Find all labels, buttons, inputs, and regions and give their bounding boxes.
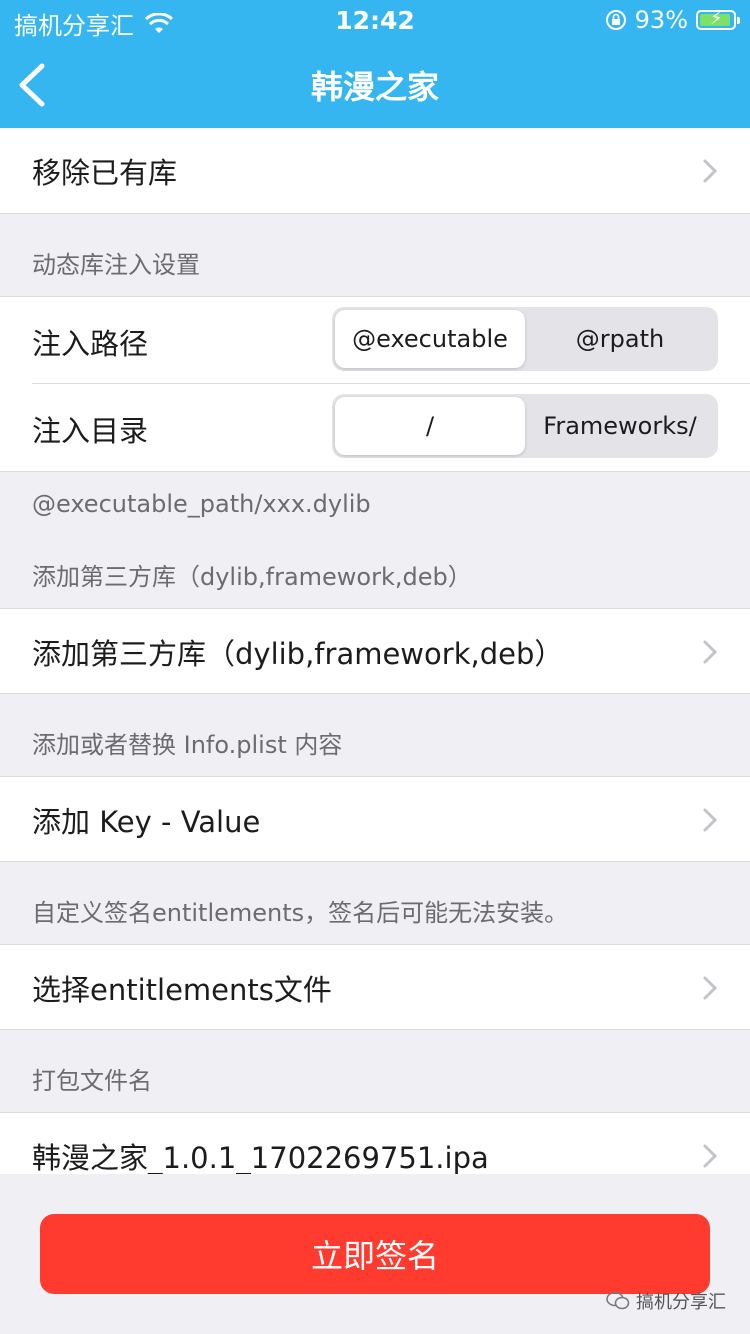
settings-list: 移除已有库 动态库注入设置 注入路径 @executable @rpath 注入…: [0, 128, 750, 1198]
battery-percent: 93%: [634, 6, 688, 34]
inject-header-text: 动态库注入设置: [32, 251, 200, 279]
thirdparty-header-text: 添加第三方库（dylib,framework,deb）: [32, 563, 472, 591]
inject-path-row: 注入路径 @executable @rpath: [0, 297, 750, 384]
segment-executable[interactable]: @executable: [335, 310, 525, 368]
plist-section-header: 添加或者替换 Info.plist 内容: [0, 694, 750, 776]
chevron-right-icon: [703, 808, 718, 832]
select-entitlements-cell[interactable]: 选择entitlements文件: [0, 944, 750, 1030]
inject-path-label: 注入路径: [32, 327, 149, 361]
top-bar: 搞机分享汇 12:42 93% ⚡ 韩漫之家: [0, 0, 750, 128]
navigation-bar: 韩漫之家: [0, 40, 750, 128]
chevron-right-icon: [703, 1144, 718, 1168]
battery-icon: ⚡: [696, 8, 740, 30]
segment-frameworks[interactable]: Frameworks/: [525, 397, 715, 455]
wechat-icon: [606, 1291, 630, 1310]
inject-dir-segmented-control[interactable]: / Frameworks/: [332, 394, 718, 458]
footer-bar: 立即签名 搞机分享汇: [0, 1174, 750, 1334]
chevron-right-icon: [703, 976, 718, 1000]
inject-path-segmented-control[interactable]: @executable @rpath: [332, 307, 718, 371]
plist-header-text: 添加或者替换 Info.plist 内容: [32, 731, 343, 759]
chevron-right-icon: [703, 159, 718, 183]
segment-root[interactable]: /: [335, 397, 525, 455]
inject-dir-row: 注入目录 / Frameworks/: [0, 384, 750, 471]
remove-libs-label: 移除已有库: [32, 156, 178, 190]
add-thirdparty-cell[interactable]: 添加第三方库（dylib,framework,deb）: [0, 608, 750, 694]
entitlements-header-text: 自定义签名entitlements，签名后可能无法安装。: [32, 899, 569, 927]
rotation-lock-icon: [605, 10, 626, 30]
watermark: 搞机分享汇: [606, 1288, 726, 1314]
thirdparty-section-header: 添加第三方库（dylib,framework,deb）: [0, 538, 750, 608]
inject-settings-group: 注入路径 @executable @rpath 注入目录 / Framework…: [0, 296, 750, 472]
select-entitlements-label: 选择entitlements文件: [32, 973, 332, 1007]
add-key-value-cell[interactable]: 添加 Key - Value: [0, 776, 750, 862]
watermark-text: 搞机分享汇: [636, 1292, 726, 1313]
add-key-value-label: 添加 Key - Value: [32, 805, 261, 839]
page-title: 韩漫之家: [310, 68, 439, 106]
remove-libs-cell[interactable]: 移除已有库: [0, 128, 750, 214]
sign-now-button[interactable]: 立即签名: [40, 1214, 710, 1294]
filename-header-text: 打包文件名: [32, 1067, 152, 1095]
inject-note-text: @executable_path/xxx.dylib: [32, 490, 371, 518]
package-filename-label: 韩漫之家_1.0.1_1702269751.ipa: [32, 1141, 489, 1175]
segment-rpath[interactable]: @rpath: [525, 310, 715, 368]
chevron-right-icon: [703, 640, 718, 664]
add-thirdparty-label: 添加第三方库（dylib,framework,deb）: [32, 637, 564, 671]
inject-section-header: 动态库注入设置: [0, 214, 750, 296]
filename-section-header: 打包文件名: [0, 1030, 750, 1112]
status-bar: 搞机分享汇 12:42 93% ⚡: [0, 0, 750, 40]
inject-path-note: @executable_path/xxx.dylib: [0, 472, 750, 538]
entitlements-section-header: 自定义签名entitlements，签名后可能无法安装。: [0, 862, 750, 944]
inject-dir-label: 注入目录: [32, 414, 149, 448]
